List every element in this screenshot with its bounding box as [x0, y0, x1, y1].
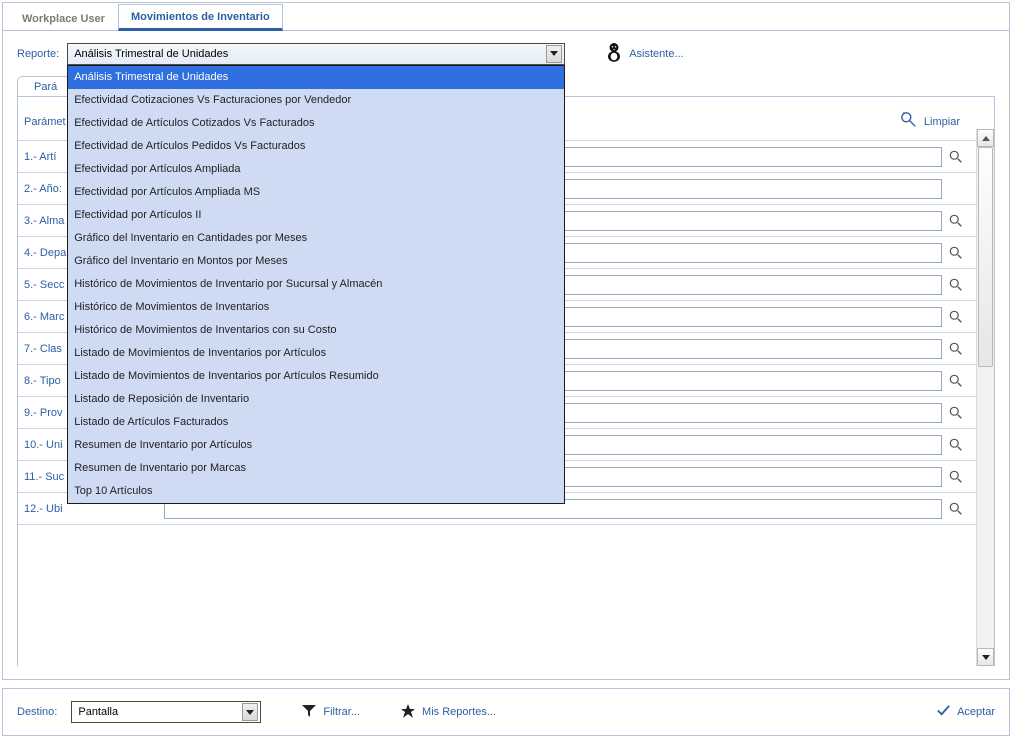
search-icon[interactable] [946, 467, 966, 487]
reporte-option[interactable]: Listado de Reposición de Inventario [68, 388, 564, 411]
chevron-down-icon[interactable] [242, 703, 258, 721]
param-label: 12.- Ubi [24, 503, 164, 515]
reporte-combo[interactable]: Análisis Trimestral de Unidades [67, 43, 565, 65]
search-icon[interactable] [946, 371, 966, 391]
limpiar-label: Limpiar [924, 116, 960, 128]
reporte-option[interactable]: Efectividad Cotizaciones Vs Facturacione… [68, 89, 564, 112]
star-icon [400, 703, 416, 722]
separator [18, 524, 994, 525]
filter-icon [301, 703, 317, 722]
scroll-up-button[interactable] [977, 129, 994, 147]
scroll-down-button[interactable] [977, 648, 994, 666]
reporte-option[interactable]: Histórico de Movimientos de Inventario p… [68, 273, 564, 296]
filtrar-label: Filtrar... [323, 706, 360, 718]
reporte-option[interactable]: Top 10 Artículos [68, 480, 564, 503]
reporte-option[interactable]: Efectividad por Artículos II [68, 204, 564, 227]
reporte-option[interactable]: Listado de Artículos Facturados [68, 411, 564, 434]
search-icon[interactable] [946, 403, 966, 423]
main-panel: Workplace User Movimientos de Inventario… [2, 2, 1010, 680]
reporte-combo-wrapper: Análisis Trimestral de Unidades Análisis… [67, 43, 565, 65]
search-icon[interactable] [946, 211, 966, 231]
scroll-thumb[interactable] [978, 147, 993, 367]
reporte-option[interactable]: Histórico de Movimientos de Inventarios … [68, 319, 564, 342]
scroll-track[interactable] [977, 147, 994, 648]
limpiar-button[interactable]: Limpiar [900, 111, 988, 132]
reporte-option[interactable]: Efectividad de Artículos Cotizados Vs Fa… [68, 112, 564, 135]
search-icon[interactable] [946, 275, 966, 295]
destino-label: Destino: [17, 706, 57, 718]
search-icon[interactable] [946, 243, 966, 263]
reporte-option[interactable]: Resumen de Inventario por Artículos [68, 434, 564, 457]
aceptar-button[interactable]: Aceptar [936, 703, 995, 721]
aceptar-label: Aceptar [957, 706, 995, 718]
reporte-dropdown[interactable]: Análisis Trimestral de UnidadesEfectivid… [67, 65, 565, 504]
search-icon[interactable] [946, 435, 966, 455]
destino-combo[interactable]: Pantalla [71, 701, 261, 723]
reporte-option[interactable]: Gráfico del Inventario en Montos por Mes… [68, 250, 564, 273]
mis-reportes-button[interactable]: Mis Reportes... [400, 703, 496, 722]
bottom-bar: Destino: Pantalla Filtrar... Mis Reporte… [2, 688, 1010, 736]
mis-reportes-label: Mis Reportes... [422, 706, 496, 718]
destino-combo-text: Pantalla [78, 706, 242, 718]
tab-movimientos-inventario[interactable]: Movimientos de Inventario [118, 4, 283, 31]
reporte-label: Reporte: [17, 48, 59, 60]
tab-workplace-user[interactable]: Workplace User [9, 6, 118, 31]
check-icon [936, 703, 951, 721]
reporte-option[interactable]: Listado de Movimientos de Inventarios po… [68, 365, 564, 388]
search-icon[interactable] [946, 307, 966, 327]
reporte-option[interactable]: Efectividad por Artículos Ampliada MS [68, 181, 564, 204]
top-tabs: Workplace User Movimientos de Inventario [3, 3, 1009, 31]
search-icon[interactable] [946, 147, 966, 167]
broom-icon [900, 111, 918, 132]
reporte-option[interactable]: Listado de Movimientos de Inventarios po… [68, 342, 564, 365]
search-icon[interactable] [946, 499, 966, 519]
reporte-option[interactable]: Resumen de Inventario por Marcas [68, 457, 564, 480]
penguin-icon [605, 41, 623, 66]
asistente-label: Asistente... [629, 48, 683, 60]
reporte-row: Reporte: Análisis Trimestral de Unidades… [3, 31, 1009, 74]
reporte-combo-text: Análisis Trimestral de Unidades [74, 48, 546, 60]
reporte-option[interactable]: Gráfico del Inventario en Cantidades por… [68, 227, 564, 250]
scrollbar-vertical[interactable] [976, 129, 994, 666]
chevron-down-icon[interactable] [546, 45, 562, 63]
search-icon[interactable] [946, 339, 966, 359]
reporte-option[interactable]: Análisis Trimestral de Unidades [68, 66, 564, 89]
asistente-button[interactable]: Asistente... [605, 41, 683, 66]
reporte-option[interactable]: Efectividad de Artículos Pedidos Vs Fact… [68, 135, 564, 158]
sub-tab-parametros[interactable]: Pará [17, 76, 74, 96]
reporte-option[interactable]: Histórico de Movimientos de Inventarios [68, 296, 564, 319]
filtrar-button[interactable]: Filtrar... [301, 703, 360, 722]
reporte-option[interactable]: Efectividad por Artículos Ampliada [68, 158, 564, 181]
